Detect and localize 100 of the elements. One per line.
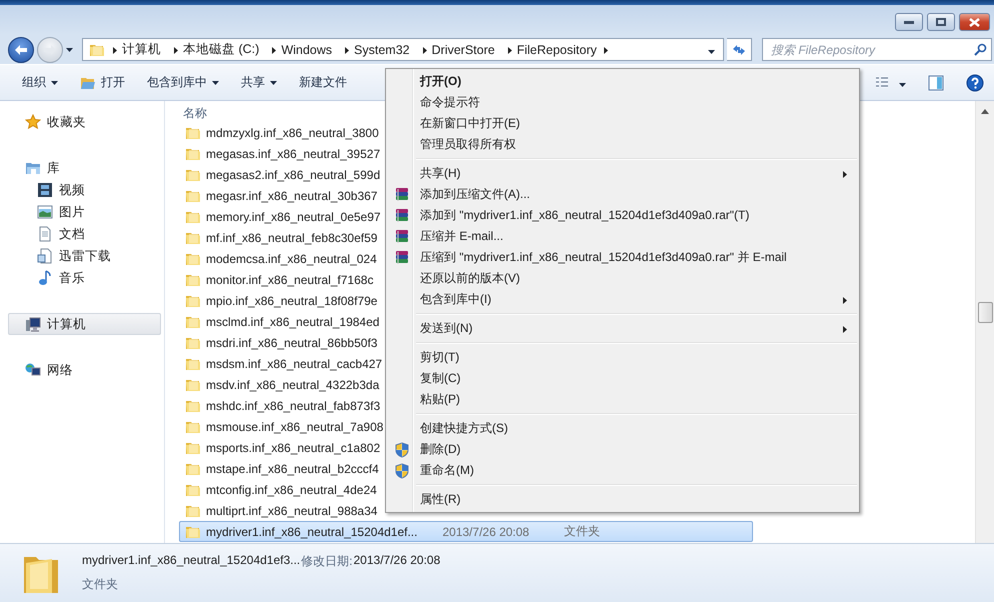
menu-item[interactable]: 打开(O) — [388, 71, 857, 92]
toolbar-button[interactable]: 打开 — [72, 70, 133, 95]
menu-item[interactable]: 还原以前的版本(V) — [388, 268, 857, 289]
file-row[interactable]: mf.inf_x86_neutral_feb8c30ef59 — [179, 227, 380, 248]
file-row[interactable]: msmouse.inf_x86_neutral_7a908 — [179, 416, 386, 437]
back-button[interactable] — [8, 36, 34, 62]
file-row[interactable]: msdsm.inf_x86_neutral_cacb427 — [179, 353, 386, 374]
arrow-icon — [843, 170, 847, 178]
maximize-button[interactable] — [927, 13, 955, 31]
column-header[interactable]: 名称 — [183, 105, 207, 122]
sidebar-item[interactable]: 文档 — [8, 223, 161, 245]
file-row[interactable]: mstape.inf_x86_neutral_b2cccf4 — [179, 458, 382, 479]
file-row[interactable]: megasr.inf_x86_neutral_30b367 — [179, 185, 380, 206]
menu-item[interactable]: 复制(C) — [388, 368, 857, 389]
music-note-icon — [37, 270, 53, 286]
file-row[interactable]: memory.inf_x86_neutral_0e5e97 — [179, 206, 384, 227]
sidebar-item[interactable]: 图片 — [8, 201, 161, 223]
arrow-left-icon — [14, 44, 28, 56]
menu-item[interactable]: 重命名(M) — [388, 460, 857, 481]
file-name: msmouse.inf_x86_neutral_7a908 — [206, 420, 384, 434]
sidebar-item[interactable]: 网络 — [8, 359, 161, 381]
document-icon — [37, 226, 53, 242]
sidebar-item[interactable]: 库 — [8, 157, 161, 179]
toolbar-button[interactable]: 新建文件 — [291, 70, 355, 95]
file-name: msclmd.inf_x86_neutral_1984ed — [206, 314, 380, 328]
scrollbar[interactable] — [975, 101, 994, 543]
file-name: mdmzyxlg.inf_x86_neutral_3800 — [206, 126, 379, 140]
search-field[interactable]: 搜索 FileRepository — [762, 38, 992, 61]
view-list-icon[interactable] — [875, 76, 889, 90]
address-bar[interactable]: 计算机 本地磁盘 (C:) Windows System32 DriverStore FileRepository — [82, 38, 724, 61]
menu-item[interactable]: 发送到(N) — [388, 318, 857, 339]
file-row[interactable]: msports.inf_x86_neutral_c1a802 — [179, 437, 384, 458]
file-row[interactable]: mydriver1.inf_x86_neutral_15204d1ef... 2013/7/26 20:08 文件夹 — [179, 521, 753, 542]
sidebar-item[interactable]: 计算机 — [8, 313, 161, 335]
shield-icon — [395, 442, 409, 458]
arrow-icon — [174, 46, 178, 54]
sidebar-item[interactable]: 迅雷下载 — [8, 245, 161, 267]
menu-item[interactable]: 压缩并 E-mail... — [388, 226, 857, 247]
menu-item[interactable]: 添加到 "mydriver1.inf_x86_neutral_15204d1ef3d409a0.rar"(T) — [388, 205, 857, 226]
menu-item[interactable]: 创建快捷方式(S) — [388, 418, 857, 439]
file-name: mtconfig.inf_x86_neutral_4de24 — [206, 482, 377, 496]
file-name: megasas.inf_x86_neutral_39527 — [206, 146, 380, 160]
arrow-icon — [422, 46, 427, 54]
file-name: megasr.inf_x86_neutral_30b367 — [206, 188, 378, 202]
menu-item[interactable]: 命令提示符 — [388, 92, 857, 113]
menu-item[interactable]: 包含到库中(I) — [388, 289, 857, 310]
preview-pane-icon[interactable] — [928, 74, 944, 90]
sidebar-item[interactable]: 音乐 — [8, 267, 161, 289]
dropdown-caret-icon — [708, 50, 715, 54]
maximize-icon — [936, 18, 946, 26]
file-row[interactable]: mdmzyxlg.inf_x86_neutral_3800 — [179, 122, 382, 143]
file-type: 文件夹 — [82, 576, 119, 593]
file-row[interactable]: mtconfig.inf_x86_neutral_4de24 — [179, 479, 380, 500]
scrollbar-thumb[interactable] — [978, 302, 992, 323]
file-name: msports.inf_x86_neutral_c1a802 — [206, 440, 380, 454]
search-icon — [974, 43, 987, 56]
file-row[interactable]: mshdc.inf_x86_neutral_fab873f3 — [179, 395, 384, 416]
menu-item[interactable]: 剪切(T) — [388, 347, 857, 368]
menu-item[interactable]: 删除(D) — [388, 439, 857, 460]
menu-item[interactable]: 在新窗口中打开(E) — [388, 113, 857, 134]
toolbar-button[interactable]: 组织 — [14, 70, 66, 95]
refresh-button[interactable] — [727, 38, 752, 61]
file-name: megasas2.inf_x86_neutral_599d — [206, 168, 380, 182]
arrow-icon — [272, 46, 276, 54]
refresh-icon — [732, 44, 746, 56]
file-row[interactable]: multiprt.inf_x86_neutral_988a34 — [179, 500, 380, 521]
file-row[interactable]: msclmd.inf_x86_neutral_1984ed — [179, 311, 382, 332]
file-row[interactable]: mpio.inf_x86_neutral_18f08f79e — [179, 290, 380, 311]
film-icon — [37, 182, 53, 198]
menu-item[interactable]: 添加到压缩文件(A)... — [388, 184, 857, 205]
file-row[interactable]: megasas.inf_x86_neutral_39527 — [179, 143, 384, 164]
star-icon — [25, 114, 41, 130]
menu-item[interactable]: 压缩到 "mydriver1.inf_x86_neutral_15204d1ef3d409a0.rar" 并 E-mail — [388, 247, 857, 268]
file-row[interactable]: msdv.inf_x86_neutral_4322b3da — [179, 374, 382, 395]
menu-item[interactable]: 管理员取得所有权 — [388, 134, 857, 155]
file-name: mydriver1.inf_x86_neutral_15204d1ef... — [206, 524, 418, 538]
file-type: 文件夹 — [564, 523, 600, 540]
menu-item[interactable]: 属性(R) — [388, 489, 857, 510]
sidebar-item[interactable]: 收藏夹 — [8, 111, 161, 133]
file-name: modemcsa.inf_x86_neutral_024 — [206, 252, 377, 266]
toolbar-button[interactable]: 包含到库中 — [139, 70, 227, 95]
file-name: memory.inf_x86_neutral_0e5e97 — [206, 210, 381, 224]
file-row[interactable]: msdri.inf_x86_neutral_86bb50f3 — [179, 332, 380, 353]
menu-item[interactable]: 共享(H) — [388, 163, 857, 184]
caret-icon — [270, 80, 277, 84]
modified-date: 2013/7/26 20:08 — [354, 553, 440, 569]
file-name: mf.inf_x86_neutral_feb8c30ef59 — [206, 230, 378, 244]
minimize-icon — [904, 20, 914, 24]
close-button[interactable] — [959, 13, 990, 31]
document-icon — [37, 248, 53, 264]
file-row[interactable]: modemcsa.inf_x86_neutral_024 — [179, 248, 380, 269]
toolbar-button[interactable]: 共享 — [233, 70, 285, 95]
file-row[interactable]: monitor.inf_x86_neutral_f7168c — [179, 269, 376, 290]
help-icon[interactable] — [966, 74, 984, 92]
file-row[interactable]: megasas2.inf_x86_neutral_599d — [179, 164, 384, 185]
scroll-up-icon — [981, 109, 989, 114]
sidebar-item[interactable]: 视频 — [8, 179, 161, 201]
minimize-button[interactable] — [895, 13, 923, 31]
menu-item[interactable]: 粘贴(P) — [388, 389, 857, 410]
file-name: multiprt.inf_x86_neutral_988a34 — [206, 504, 378, 518]
